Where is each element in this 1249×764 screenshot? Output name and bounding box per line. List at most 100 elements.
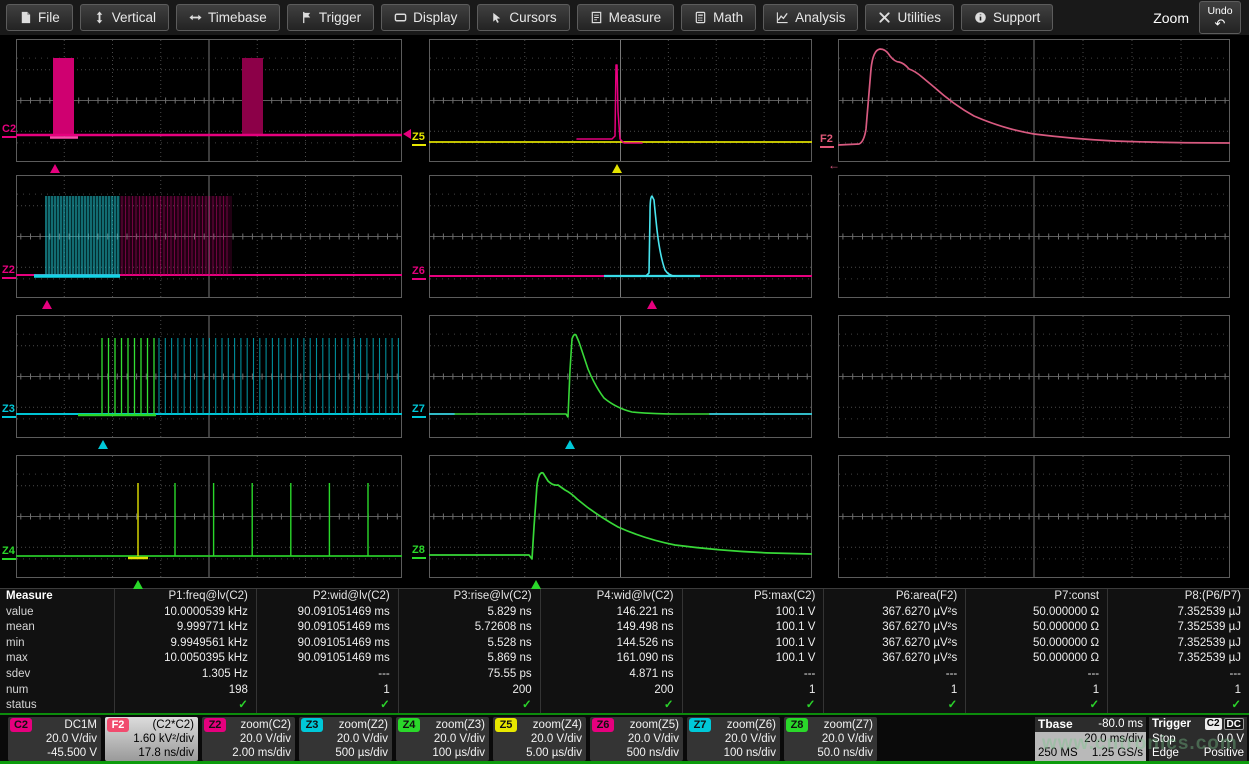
channel-badge-z7[interactable]: Z7 — [689, 718, 711, 732]
channel-descriptor-z6[interactable]: Z6zoom(Z5)20.0 V/div500 ns/div — [590, 717, 683, 761]
channel-descriptor-z8[interactable]: Z8zoom(Z7)20.0 V/div50.0 ns/div — [784, 717, 877, 761]
zoom-position-marker-c2[interactable] — [50, 164, 60, 173]
trace-label-z8[interactable]: Z8 — [412, 545, 426, 559]
zoom-position-marker-z5[interactable] — [612, 164, 622, 173]
measure-cell-p8-min: 7.352539 µJ — [1107, 636, 1249, 652]
descriptor-strip: C2DC1M20.0 V/div-45.500 VF2(C2*C2)1.60 k… — [0, 713, 1249, 764]
measure-cell-p7-max: 50.000000 Ω — [965, 651, 1107, 667]
descriptor-scale: 20.0 V/div — [204, 732, 291, 746]
grid-panel-z6[interactable] — [429, 175, 812, 298]
channel-badge-z8[interactable]: Z8 — [786, 718, 808, 732]
menu-math[interactable]: Math — [681, 4, 756, 31]
menu-trigger[interactable]: Trigger — [287, 4, 374, 31]
descriptor-scale: 20.0 V/div — [495, 732, 582, 746]
channel-descriptor-z2[interactable]: Z2 zoom(C2)20.0 V/div2.00 ms/div — [202, 717, 295, 761]
grid-panel-z5[interactable] — [429, 39, 812, 162]
measure-cell-p2-status: ✓ — [256, 698, 398, 714]
zoom-position-marker-z8[interactable] — [531, 580, 541, 589]
grid-panel-z7[interactable] — [429, 315, 812, 438]
menu-display-label: Display — [413, 10, 457, 25]
measure-col-header-p5[interactable]: P5:max(C2) — [682, 589, 824, 605]
zoom-position-marker-z2[interactable] — [42, 300, 52, 309]
trace-label-z3[interactable]: Z3 — [2, 404, 16, 418]
measure-cell-p5-mean: 100.1 V — [682, 620, 824, 636]
measure-cell-p8-status: ✓ — [1107, 698, 1249, 714]
trace-label-c2[interactable]: C2 — [2, 124, 17, 138]
menu-math-label: Math — [713, 10, 743, 25]
trace-label-f2[interactable]: F2 — [820, 134, 834, 148]
trigger-descriptor[interactable]: Trigger C2 DC Stop 0.0 V Edge Positive — [1149, 717, 1247, 761]
channel-descriptor-c2[interactable]: C2DC1M20.0 V/div-45.500 V — [8, 717, 101, 761]
trace-label-z2[interactable]: Z2 — [2, 265, 16, 279]
menu-cursors[interactable]: Cursors — [477, 4, 569, 31]
measure-cell-p4-value: 146.221 ns — [540, 605, 682, 621]
zoom-position-marker-z6[interactable] — [647, 300, 657, 309]
menu-display[interactable]: Display — [381, 4, 470, 31]
measure-cell-p8-max: 7.352539 µJ — [1107, 651, 1249, 667]
grid-panel-z3[interactable] — [16, 315, 402, 438]
channel-badge-f2[interactable]: F2 — [107, 718, 129, 732]
chart-icon — [776, 11, 789, 24]
channel-badge-c2[interactable]: C2 — [10, 718, 32, 732]
level-marker-c2[interactable] — [403, 129, 411, 139]
tbase-offset: -80.0 ms — [1098, 717, 1143, 732]
channel-descriptor-z7[interactable]: Z7zoom(Z6)20.0 V/div100 ns/div — [687, 717, 780, 761]
trace-label-z5[interactable]: Z5 — [412, 132, 426, 146]
measure-col-header-p4[interactable]: P4:wid@lv(C2) — [540, 589, 682, 605]
channel-descriptor-f2[interactable]: F2(C2*C2)1.60 kV²/div17.8 ns/div — [105, 717, 198, 761]
descriptor-offset: 100 µs/div — [398, 746, 485, 760]
grid-panel-z8[interactable] — [429, 455, 812, 578]
menu-cursors-label: Cursors — [509, 10, 556, 25]
vertical-arrows-icon — [93, 11, 106, 24]
measure-col-header-p3[interactable]: P3:rise@lv(C2) — [398, 589, 540, 605]
channel-badge-z6[interactable]: Z6 — [592, 718, 614, 732]
grid-panel-f2[interactable] — [838, 39, 1230, 162]
undo-button[interactable]: Undo ↶ — [1199, 1, 1241, 34]
zoom-position-marker-z7[interactable] — [565, 440, 575, 449]
measure-col-header-p7[interactable]: P7:const — [965, 589, 1107, 605]
channel-badge-z5[interactable]: Z5 — [495, 718, 517, 732]
measure-cell-p3-max: 5.869 ns — [398, 651, 540, 667]
grid-panel-z2[interactable] — [16, 175, 402, 298]
measure-cell-p5-status: ✓ — [682, 698, 824, 714]
menu-support[interactable]: Support — [961, 4, 1053, 31]
grid-panel-empty-2[interactable] — [838, 315, 1230, 438]
grid-panel-c2[interactable] — [16, 39, 402, 162]
measure-cell-p2-num: 1 — [256, 683, 398, 699]
trace-label-z6[interactable]: Z6 — [412, 266, 426, 280]
channel-badge-z2[interactable]: Z2 — [204, 718, 226, 732]
channel-descriptor-z5[interactable]: Z5zoom(Z4)20.0 V/div5.00 µs/div — [493, 717, 586, 761]
descriptor-scale: 20.0 V/div — [398, 732, 485, 746]
descriptor-source: zoom(C2) — [241, 718, 291, 732]
grid-panel-empty-3[interactable] — [838, 455, 1230, 578]
measure-cell-p7-value: 50.000000 Ω — [965, 605, 1107, 621]
measure-col-header-p8[interactable]: P8:(P6/P7) — [1107, 589, 1249, 605]
measure-col-header-p1[interactable]: P1:freq@lv(C2) — [114, 589, 256, 605]
menu-timebase[interactable]: Timebase — [176, 4, 280, 31]
channel-badge-z4[interactable]: Z4 — [398, 718, 420, 732]
menu-file[interactable]: File — [6, 4, 73, 31]
menu-vertical[interactable]: Vertical — [80, 4, 169, 31]
cursor-pointer-icon — [490, 11, 503, 24]
grid-panel-empty-1[interactable] — [838, 175, 1230, 298]
menu-analysis[interactable]: Analysis — [763, 4, 858, 31]
channel-descriptor-z4[interactable]: Z4zoom(Z3)20.0 V/div100 µs/div — [396, 717, 489, 761]
trace-label-z7[interactable]: Z7 — [412, 404, 426, 418]
grid-panel-z4[interactable] — [16, 455, 402, 578]
measure-col-header-p2[interactable]: P2:wid@lv(C2) — [256, 589, 398, 605]
timebase-descriptor[interactable]: Tbase -80.0 ms 20.0 ms/div 250 MS 1.25 G… — [1035, 717, 1146, 761]
tbase-scale: 20.0 ms/div — [1038, 732, 1143, 746]
menu-utilities[interactable]: Utilities — [865, 4, 954, 31]
measure-col-header-p6[interactable]: P6:area(F2) — [823, 589, 965, 605]
trigger-mode: Stop — [1152, 732, 1176, 747]
file-icon — [19, 11, 32, 24]
measure-row-label-value: value — [0, 605, 114, 621]
zoom-position-marker-z3[interactable] — [98, 440, 108, 449]
zoom-position-marker-z4[interactable] — [133, 580, 143, 589]
channel-descriptor-z3[interactable]: Z3zoom(Z2)20.0 V/div500 µs/div — [299, 717, 392, 761]
horizontal-arrows-icon — [189, 11, 202, 24]
descriptor-offset: 2.00 ms/div — [204, 746, 291, 760]
channel-badge-z3[interactable]: Z3 — [301, 718, 323, 732]
menu-measure[interactable]: Measure — [577, 4, 675, 31]
trace-label-z4[interactable]: Z4 — [2, 546, 16, 560]
